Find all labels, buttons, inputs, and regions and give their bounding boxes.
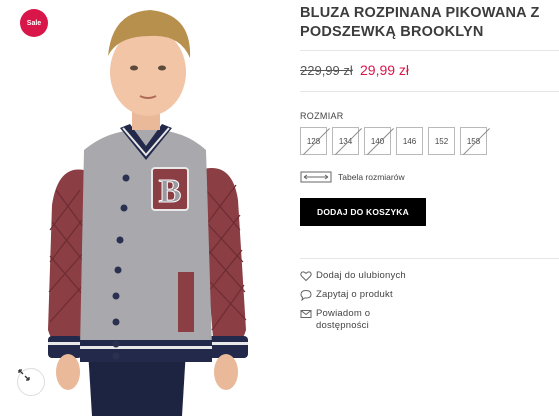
ask-label: Zapytaj o produkt (316, 289, 393, 300)
add-to-wishlist-link[interactable]: Dodaj do ulubionych (300, 270, 420, 282)
size-option-158[interactable]: 158 (460, 127, 487, 155)
size-option-140[interactable]: 140 (364, 127, 391, 155)
heart-icon (300, 271, 312, 282)
size-option-146[interactable]: 146 (396, 127, 423, 155)
size-option-134[interactable]: 134 (332, 127, 359, 155)
notify-label: Powiadom o dostępności (316, 308, 371, 331)
size-label: ROZMIAR (300, 111, 344, 121)
size-value: 128 (306, 136, 321, 146)
size-value: 134 (338, 136, 353, 146)
divider (300, 50, 559, 51)
size-selector: 128 134 140 146 152 158 (300, 127, 487, 155)
sale-badge: Sale (20, 9, 48, 37)
size-value: 158 (466, 136, 481, 146)
product-image[interactable]: B Sale (0, 0, 284, 416)
chat-bubble-icon (300, 289, 312, 301)
wishlist-label: Dodaj do ulubionych (316, 270, 406, 281)
size-table-label: Tabela rozmiarów (338, 172, 405, 182)
size-option-152[interactable]: 152 (428, 127, 455, 155)
notify-availability-link[interactable]: Powiadom o dostępności (300, 308, 420, 332)
sale-price: 29,99 zł (360, 62, 410, 78)
size-value: 152 (434, 136, 449, 146)
ask-about-product-link[interactable]: Zapytaj o produkt (300, 289, 420, 301)
zoom-button[interactable] (17, 368, 45, 396)
envelope-icon (300, 310, 312, 318)
product-photo-illustration: B (48, 10, 248, 416)
size-table-link[interactable]: Tabela rozmiarów (300, 170, 405, 184)
size-value: 146 (402, 136, 417, 146)
divider (300, 258, 559, 259)
expand-icon (18, 369, 30, 381)
ruler-icon (300, 171, 332, 183)
size-value: 140 (370, 136, 385, 146)
jacket-letter: B (159, 173, 182, 210)
product-title: BLUZA ROZPINANA PIKOWANA Z PODSZEWKĄ BRO… (300, 5, 540, 40)
old-price: 229,99 zł (300, 63, 353, 78)
add-to-cart-button[interactable]: DODAJ DO KOSZYKA (300, 198, 426, 226)
size-option-128[interactable]: 128 (300, 127, 327, 155)
product-actions: Dodaj do ulubionych Zapytaj o produkt Po… (300, 270, 420, 339)
divider (300, 91, 559, 92)
